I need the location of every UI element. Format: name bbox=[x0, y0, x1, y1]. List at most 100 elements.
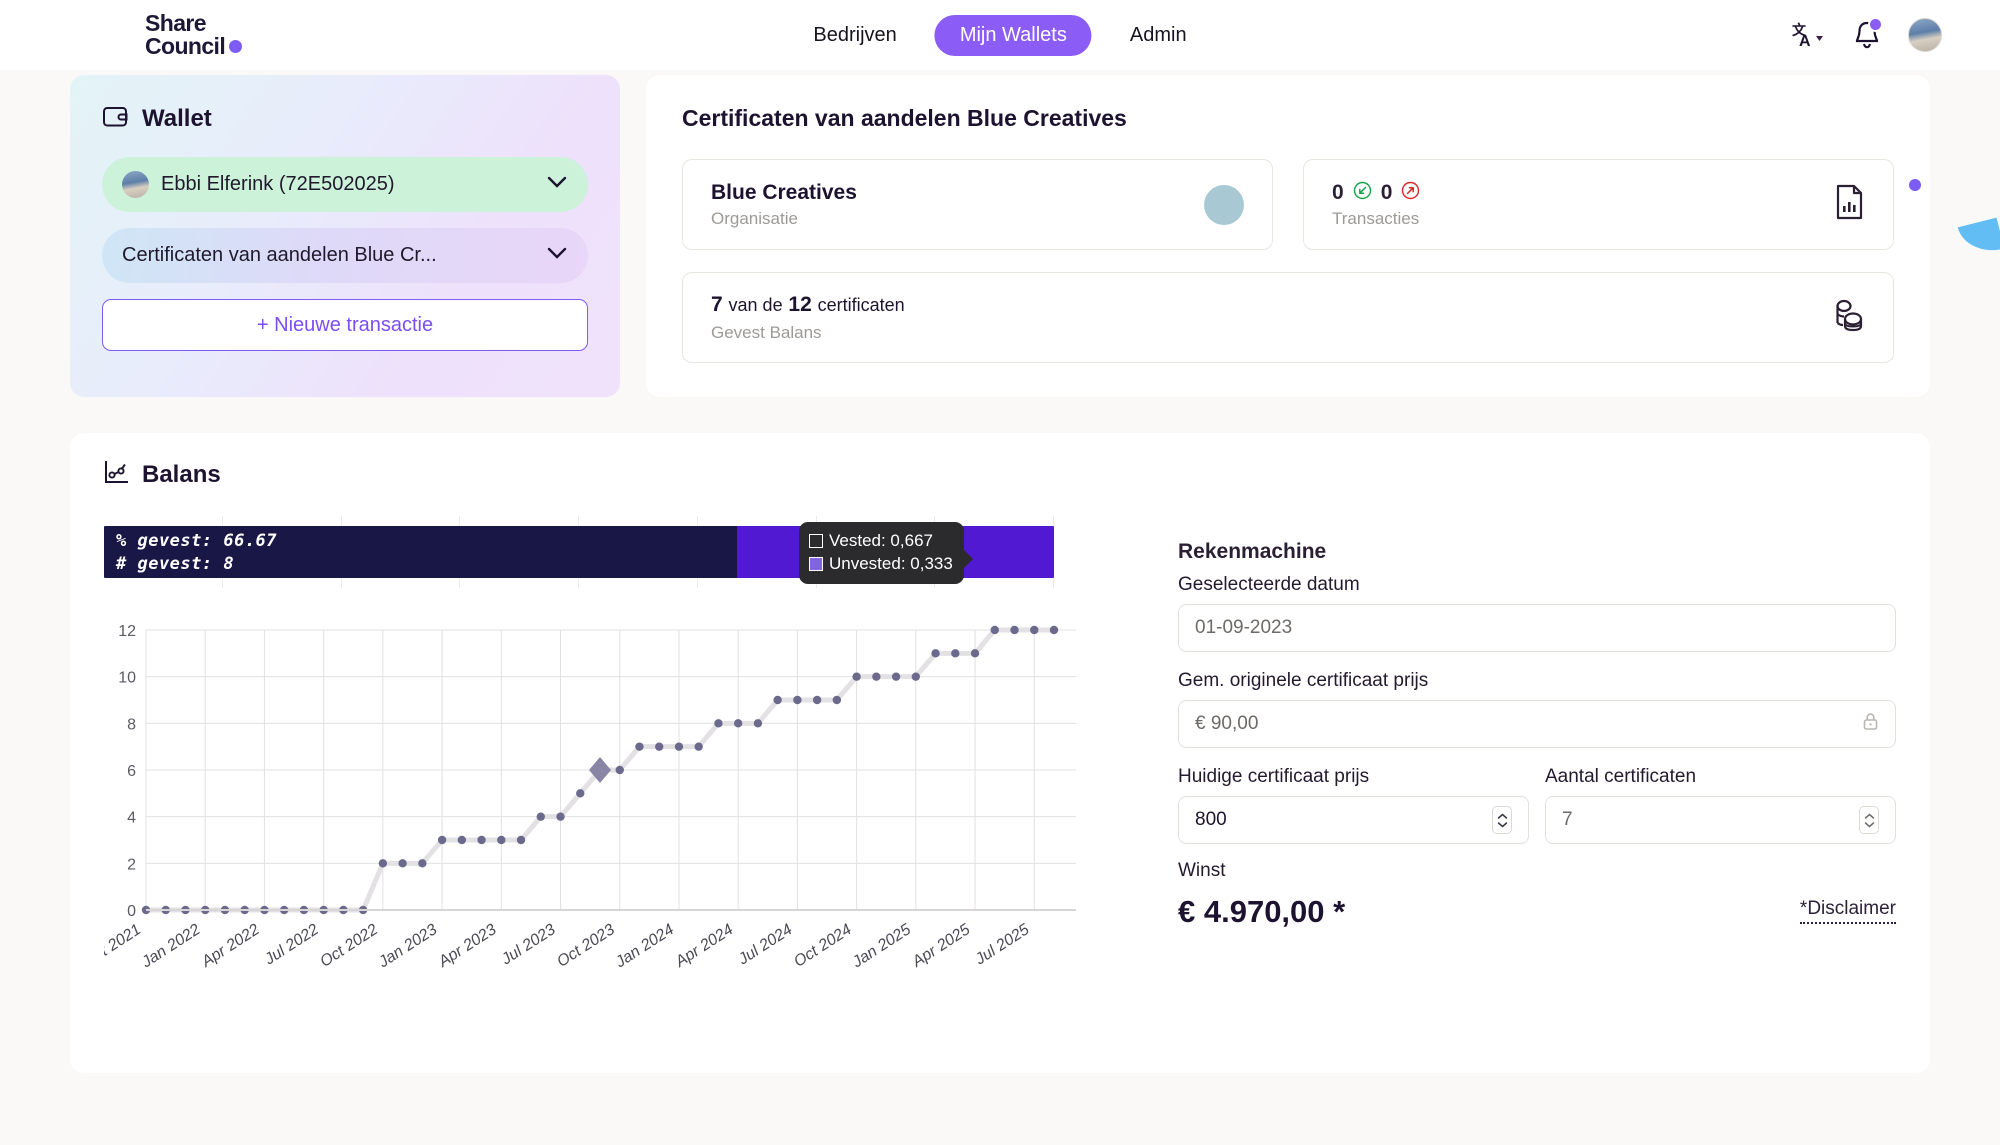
svg-text:Apr 2022: Apr 2022 bbox=[198, 921, 263, 971]
logo-line-2: Council bbox=[145, 33, 226, 59]
amount-value: 7 bbox=[1562, 809, 1573, 830]
user-avatar[interactable] bbox=[1908, 18, 1942, 52]
svg-text:Apr 2024: Apr 2024 bbox=[672, 921, 737, 971]
decorative-dot bbox=[1909, 179, 1921, 191]
vested-percent-label: % gevest: 66.67 bbox=[116, 531, 278, 551]
original-price-value: € 90,00 bbox=[1195, 713, 1259, 734]
svg-text:Jul 2022: Jul 2022 bbox=[261, 921, 322, 969]
overview-title: Certificaten van aandelen Blue Creatives bbox=[682, 105, 1127, 131]
cert-mid: van de bbox=[728, 294, 783, 315]
person-avatar bbox=[122, 171, 149, 198]
profit-value: € 4.970,00 * bbox=[1178, 894, 1346, 929]
original-price-label: Gem. originele certificaat prijs bbox=[1178, 670, 1429, 691]
current-price-label: Huidige certificaat prijs bbox=[1178, 766, 1370, 787]
notification-badge bbox=[1868, 17, 1883, 32]
svg-text:2: 2 bbox=[127, 856, 136, 873]
balans-step-chart[interactable]: 0 2 4 6 8 10 12 Oct 2021 Jan 2022 Apr 2022 Jul 202… bbox=[104, 620, 1144, 1015]
balans-panel: Balans % gevest: 66.67 # gevest: 8 Veste… bbox=[70, 433, 1930, 1073]
chart-column: % gevest: 66.67 # gevest: 8 Vested: 0,66… bbox=[104, 516, 1144, 1015]
arrow-out-icon bbox=[1401, 181, 1420, 205]
nav-item-mijn-wallets[interactable]: Mijn Wallets bbox=[934, 14, 1092, 56]
svg-text:Jan 2022: Jan 2022 bbox=[138, 921, 203, 972]
svg-text:Apr 2025: Apr 2025 bbox=[909, 921, 974, 971]
svg-text:Jan 2025: Jan 2025 bbox=[849, 921, 914, 972]
svg-text:Apr 2023: Apr 2023 bbox=[435, 921, 500, 971]
svg-text:Jul 2025: Jul 2025 bbox=[972, 921, 1033, 969]
current-price-input[interactable]: 800 bbox=[1178, 796, 1529, 844]
chevron-down-icon bbox=[546, 246, 568, 265]
cert-total: 12 bbox=[788, 292, 812, 316]
tooltip-swatch-vested bbox=[809, 534, 823, 549]
primary-nav: Bedrijven Mijn Wallets Admin bbox=[813, 14, 1187, 56]
svg-text:Oct 2023: Oct 2023 bbox=[554, 921, 618, 971]
chart-scatter-icon bbox=[104, 459, 130, 490]
balans-title: Balans bbox=[142, 460, 221, 488]
svg-text:Oct 2021: Oct 2021 bbox=[104, 921, 144, 971]
amount-stepper[interactable] bbox=[1859, 806, 1879, 834]
profit-label: Winst bbox=[1178, 860, 1226, 881]
vested-balance-stat-box[interactable]: 7 van de 12 certificaten Gevest Balans bbox=[682, 272, 1894, 363]
svg-text:Oct 2024: Oct 2024 bbox=[791, 921, 855, 971]
svg-text:Jul 2024: Jul 2024 bbox=[735, 921, 796, 969]
wallet-card: Wallet Ebbi Elferink (72E502025) Certifi… bbox=[70, 75, 620, 397]
amount-label: Aantal certificaten bbox=[1545, 766, 1697, 787]
tooltip-swatch-unvested bbox=[809, 556, 823, 571]
lock-icon bbox=[1862, 712, 1879, 737]
top-row: Wallet Ebbi Elferink (72E502025) Certifi… bbox=[0, 75, 2000, 397]
wallet-certificate-select[interactable]: Certificaten van aandelen Blue Cr... bbox=[102, 228, 588, 283]
current-price-value: 800 bbox=[1195, 809, 1227, 830]
cert-word: certificaten bbox=[817, 294, 905, 315]
wallet-person-select[interactable]: Ebbi Elferink (72E502025) bbox=[102, 157, 588, 212]
svg-text:6: 6 bbox=[127, 763, 136, 780]
document-chart-icon bbox=[1833, 184, 1865, 225]
logo-line-1: Share bbox=[145, 10, 207, 36]
organisation-sub: Organisatie bbox=[711, 208, 798, 228]
cert-count: 7 bbox=[711, 292, 723, 316]
amount-input[interactable]: 7 bbox=[1545, 796, 1896, 844]
transactions-stat-box[interactable]: 0 0 Transacties bbox=[1303, 159, 1894, 250]
wallet-icon bbox=[102, 103, 129, 135]
svg-text:10: 10 bbox=[118, 670, 136, 687]
disclaimer-link[interactable]: *Disclaimer bbox=[1799, 898, 1896, 924]
chart-tooltip: Vested: 0,667 Unvested: 0,333 bbox=[799, 522, 973, 585]
wallet-certificate-value: Certificaten van aandelen Blue Cr... bbox=[122, 244, 437, 266]
tooltip-unvested-label: Unvested: 0,333 bbox=[829, 553, 953, 573]
svg-text:0: 0 bbox=[127, 903, 136, 920]
organisation-name: Blue Creatives bbox=[711, 180, 857, 204]
nav-item-bedrijven[interactable]: Bedrijven bbox=[813, 24, 896, 47]
svg-text:12: 12 bbox=[118, 623, 136, 640]
wallet-person-value: Ebbi Elferink (72E502025) bbox=[161, 173, 395, 195]
vested-bar-container: % gevest: 66.67 # gevest: 8 Vested: 0,66… bbox=[104, 516, 1144, 588]
tooltip-vested-label: Vested: 0,667 bbox=[829, 531, 933, 550]
selected-date-input[interactable]: 01-09-2023 bbox=[1178, 604, 1896, 652]
transactions-sub: Transacties bbox=[1332, 208, 1420, 228]
svg-text:A: A bbox=[1799, 33, 1811, 48]
selected-date-value: 01-09-2023 bbox=[1195, 617, 1293, 638]
app-logo[interactable]: Share Council bbox=[145, 10, 243, 59]
notification-bell-icon[interactable] bbox=[1853, 17, 1883, 50]
transactions-out-count: 0 bbox=[1380, 180, 1393, 204]
new-transaction-button[interactable]: + Nieuwe transactie bbox=[102, 299, 588, 351]
logo-dot-icon bbox=[229, 40, 243, 53]
selected-date-label: Geselecteerde datum bbox=[1178, 574, 1360, 595]
translate-icon[interactable]: 文 A bbox=[1792, 22, 1826, 48]
nav-actions: 文 A bbox=[1792, 17, 1942, 52]
svg-text:Jan 2024: Jan 2024 bbox=[612, 921, 677, 972]
vested-balance-sub: Gevest Balans bbox=[711, 322, 822, 342]
transactions-in-count: 0 bbox=[1332, 180, 1344, 204]
organisation-stat-box[interactable]: Blue Creatives Organisatie bbox=[682, 159, 1273, 250]
svg-text:4: 4 bbox=[127, 810, 136, 827]
chevron-down-icon bbox=[546, 175, 568, 194]
svg-text:Jan 2023: Jan 2023 bbox=[375, 921, 440, 972]
coins-icon bbox=[1831, 297, 1865, 338]
svg-text:Jul 2023: Jul 2023 bbox=[498, 921, 559, 969]
nav-item-admin[interactable]: Admin bbox=[1130, 24, 1187, 47]
organisation-avatar bbox=[1204, 184, 1244, 225]
vested-bar-labels: % gevest: 66.67 # gevest: 8 bbox=[116, 530, 277, 577]
top-navigation-bar: Share Council Bedrijven Mijn Wallets Adm… bbox=[0, 0, 2000, 70]
current-price-stepper[interactable] bbox=[1492, 806, 1512, 834]
calculator-title: Rekenmachine bbox=[1178, 540, 1327, 563]
svg-text:Oct 2022: Oct 2022 bbox=[317, 921, 381, 971]
wallet-title: Wallet bbox=[142, 105, 212, 132]
rekenmachine-panel: Rekenmachine Geselecteerde datum 01-09-2… bbox=[1178, 516, 1896, 1015]
